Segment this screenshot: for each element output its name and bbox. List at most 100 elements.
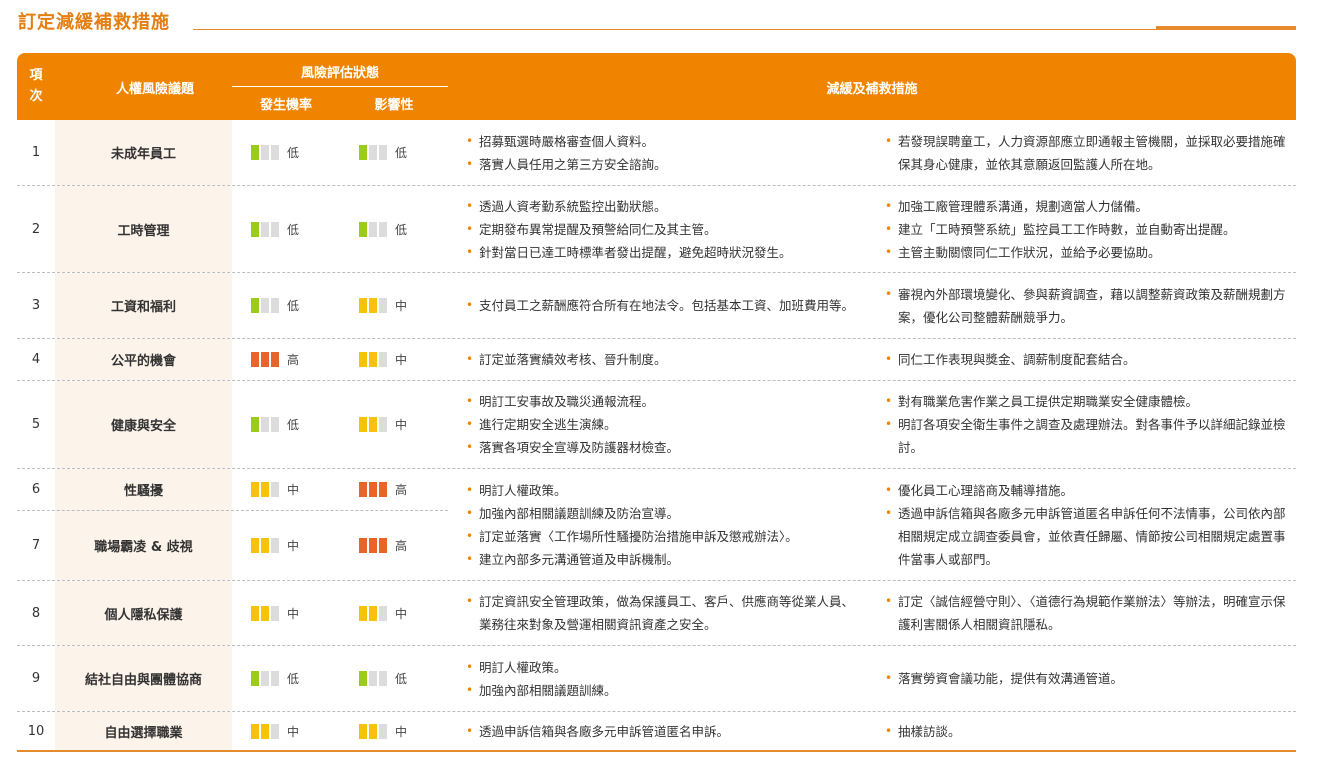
level-bar xyxy=(359,417,367,432)
level-bar xyxy=(261,671,269,686)
risk-issue: 個人隱私保護 xyxy=(55,581,232,645)
level-bars xyxy=(359,298,389,313)
measure-item: 若發現誤聘童工，人力資源部應立即通報主管機關，並採取必要措施確保其身心健康，並依… xyxy=(883,130,1288,176)
measure-item: 加強工廠管理體系溝通，規劃適當人力儲備。 xyxy=(883,195,1288,218)
header-probability: 發生機率 xyxy=(259,98,312,113)
measure-item: 加強內部相關議題訓練及防治宣導。 xyxy=(464,502,864,525)
table-row: 9 結社自由與團體協商 低 低 明訂人權政策。加強內部相關議題訓練。落實勞資會議功能，提… xyxy=(17,646,1296,712)
level-bar xyxy=(271,417,279,432)
measure-item: 明訂工安事故及職災通報流程。 xyxy=(464,390,864,413)
level-label: 低 xyxy=(287,418,300,432)
merged-measures-row: 明訂人權政策。加強內部相關議題訓練及防治宣導。訂定並落實〈工作場所性騷擾防治措施… xyxy=(17,469,1296,581)
measure-item: 加強內部相關議題訓練。 xyxy=(464,679,864,702)
level-bars xyxy=(359,605,389,621)
level-bars xyxy=(359,671,389,686)
remedy-measures: 抽樣訪談。 xyxy=(883,712,1288,750)
title-accent-bar xyxy=(1156,26,1296,30)
level-bar xyxy=(379,221,387,237)
row-number: 1 xyxy=(31,145,41,160)
mitigation-measures: 訂定資訊安全管理政策，做為保護員工、客戶、供應商等從業人員、業務往來對象及營運相… xyxy=(464,581,864,645)
level-bar xyxy=(261,605,269,621)
measure-item: 訂定並落實〈工作場所性騷擾防治措施申訴及懲戒辦法〉。 xyxy=(464,525,864,548)
page-title: 訂定減緩補救措施 xyxy=(18,12,170,33)
mitigation-measures: 支付員工之薪酬應符合所有在地法令。包括基本工資、加班費用等。 xyxy=(464,273,864,338)
level-label: 低 xyxy=(287,299,300,313)
table-header: 項次 人權風險議題 風險評估狀態 發生機率 影響性 減緩及補救措施 xyxy=(17,53,1296,120)
level-bar xyxy=(251,145,259,160)
measure-item: 透過人資考勤系統監控出勤狀態。 xyxy=(464,195,864,218)
level-bar xyxy=(379,723,387,739)
risk-issue: 工時管理 xyxy=(55,186,232,272)
measure-item: 明訂人權政策。 xyxy=(464,656,864,679)
table-row: 10 自由選擇職業 中 中 透過申訴信箱與各廠多元申訴管道匿名申訴。抽樣訪談。 xyxy=(17,712,1296,752)
level-label: 低 xyxy=(287,672,300,686)
measure-item: 定期發布異常提醒及預警給同仁及其主管。 xyxy=(464,218,864,241)
level-bars xyxy=(251,298,281,313)
level-bar xyxy=(359,221,367,237)
measure-item: 針對當日已達工時標準者發出提醒，避免超時狀況發生。 xyxy=(464,241,864,264)
measure-item: 透過申訴信箱與各廠多元申訴管道匿名申訴。 xyxy=(464,720,864,743)
impact-cell: 低 xyxy=(359,120,407,185)
level-bars xyxy=(251,145,281,160)
measure-item: 招募甄選時嚴格審查個人資料。 xyxy=(464,130,864,153)
measure-item: 建立「工時預警系統」監控員工工作時數，並自動寄出提醒。 xyxy=(883,218,1288,241)
table-row: 2 工時管理 低 低 透過人資考勤系統監控出勤狀態。定期發布異常提醒及預警給同仁及其主管… xyxy=(17,186,1296,273)
probability-cell: 低 xyxy=(251,120,299,185)
measure-item: 訂定資訊安全管理政策，做為保護員工、客戶、供應商等從業人員、業務往來對象及營運相… xyxy=(464,590,864,636)
level-label: 低 xyxy=(395,146,408,160)
level-bar xyxy=(379,352,387,367)
impact-cell: 中 xyxy=(359,273,407,338)
risk-issue: 公平的機會 xyxy=(55,339,232,380)
level-bar xyxy=(359,145,367,160)
level-label: 中 xyxy=(395,353,408,367)
header-risk-divider xyxy=(232,86,448,87)
measure-item: 訂定〈誠信經營守則〉、〈道德行為規範作業辦法〉等辦法，明確宣示保護利害關係人相關… xyxy=(883,590,1288,636)
level-bar xyxy=(369,145,377,160)
level-bar xyxy=(271,671,279,686)
mitigation-measures: 招募甄選時嚴格審查個人資料。落實人員任用之第三方安全諮詢。 xyxy=(464,120,864,185)
level-label: 高 xyxy=(287,353,300,367)
mitigation-measures: 明訂工安事故及職災通報流程。進行定期安全逃生演練。落實各項安全宣導及防護器材檢查… xyxy=(464,381,864,468)
level-bar xyxy=(359,605,367,621)
level-label: 中 xyxy=(395,299,408,313)
remedy-measures: 同仁工作表現與獎金、調薪制度配套結合。 xyxy=(883,339,1288,380)
probability-cell: 低 xyxy=(251,273,299,338)
impact-cell: 中 xyxy=(359,581,407,645)
level-bars xyxy=(359,352,389,367)
level-bars xyxy=(359,417,389,432)
remedy-measures: 對有職業危害作業之員工提供定期職業安全健康體檢。明訂各項安全衛生事件之調查及處理… xyxy=(883,381,1288,468)
measure-item: 透過申訴信箱與各廠多元申訴管道匿名申訴任何不法情事，公司依內部相關規定成立調查委… xyxy=(883,502,1288,571)
row-number: 2 xyxy=(31,221,41,237)
level-bar xyxy=(359,723,367,739)
level-bar xyxy=(379,145,387,160)
level-bar xyxy=(379,417,387,432)
probability-cell: 低 xyxy=(251,646,299,711)
table-row: 3 工資和福利 低 中 支付員工之薪酬應符合所有在地法令。包括基本工資、加班費用等。審視… xyxy=(17,273,1296,339)
header-issue: 人權風險議題 xyxy=(115,82,194,97)
level-label: 中 xyxy=(395,724,408,739)
level-bar xyxy=(261,417,269,432)
table-row: 4 公平的機會 高 中 訂定並落實績效考核、晉升制度。同仁工作表現與獎金、調薪制度配套結… xyxy=(17,339,1296,381)
level-bar xyxy=(379,298,387,313)
measure-item: 審視內外部環境變化、參與薪資調查，藉以調整薪資政策及薪酬規劃方案，優化公司整體薪… xyxy=(883,283,1288,329)
level-bar xyxy=(271,298,279,313)
probability-cell: 中 xyxy=(251,581,299,645)
level-bar xyxy=(359,671,367,686)
row-number: 9 xyxy=(31,671,41,686)
probability-cell: 低 xyxy=(251,381,299,468)
level-bar xyxy=(271,605,279,621)
measure-item: 落實各項安全宣導及防護器材檢查。 xyxy=(464,436,864,459)
title-divider xyxy=(193,29,1296,30)
level-bar xyxy=(261,723,269,739)
mitigation-measures: 明訂人權政策。加強內部相關議題訓練。 xyxy=(464,646,864,711)
risk-issue: 工資和福利 xyxy=(55,273,232,338)
row-number: 3 xyxy=(31,298,41,313)
level-label: 低 xyxy=(395,222,408,237)
header-measures: 減緩及補救措施 xyxy=(826,82,918,97)
level-bar xyxy=(271,221,279,237)
header-item-number: 項次 xyxy=(29,68,43,104)
remedy-measures: 落實勞資會議功能，提供有效溝通管道。 xyxy=(883,646,1288,711)
level-bars xyxy=(359,221,389,237)
probability-cell: 高 xyxy=(251,339,299,380)
level-bar xyxy=(261,352,269,367)
